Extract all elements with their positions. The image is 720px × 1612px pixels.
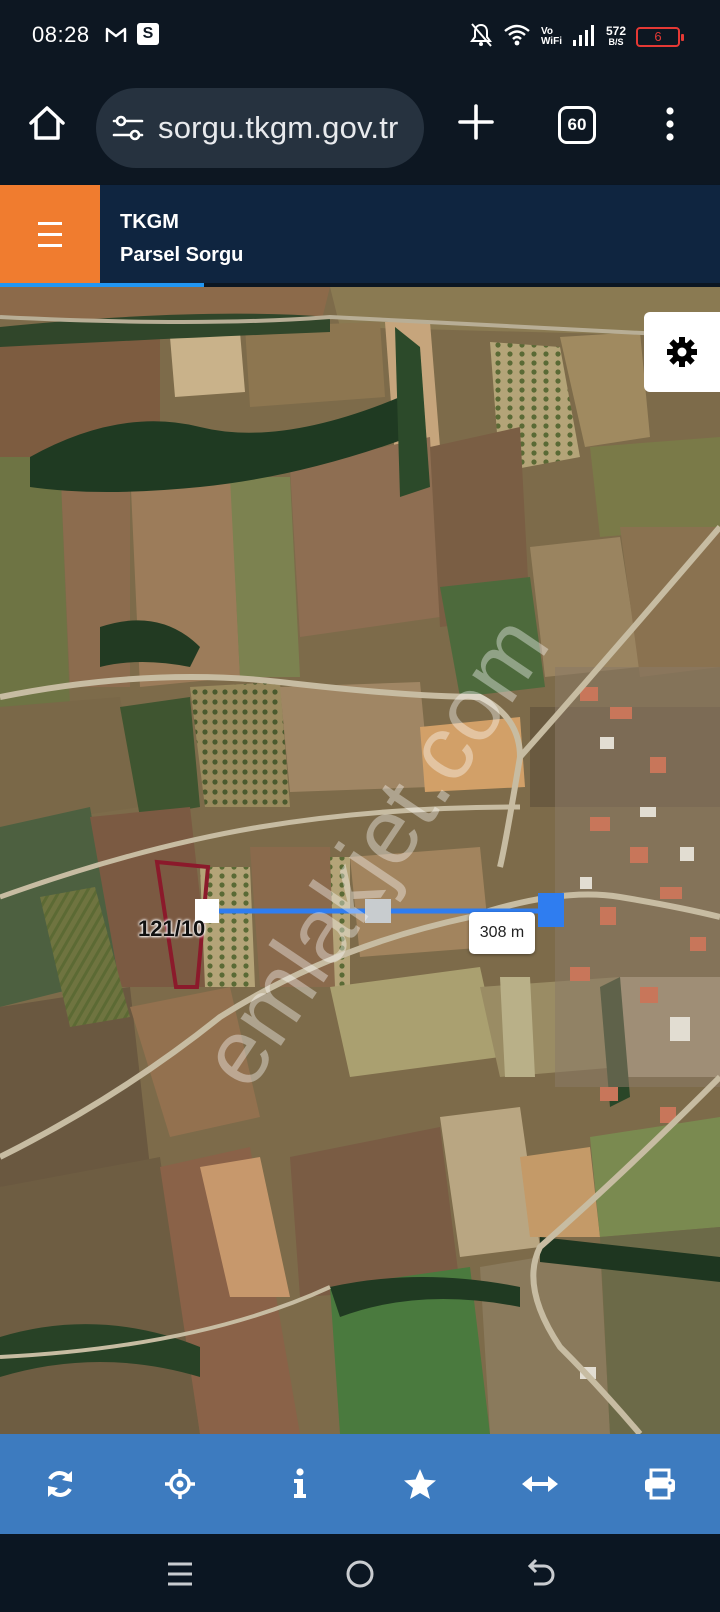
refresh-icon bbox=[48, 1471, 72, 1497]
system-navigation-bar bbox=[0, 1534, 720, 1612]
signal-icon bbox=[572, 23, 596, 52]
favorite-button[interactable] bbox=[390, 1454, 450, 1514]
browser-menu-button[interactable] bbox=[660, 104, 680, 144]
vowifi-line2: WiFi bbox=[540, 36, 562, 47]
back-icon bbox=[527, 1558, 555, 1586]
status-right-group: Vo WiFi 572 B/S 6 bbox=[469, 22, 684, 53]
gear-icon bbox=[667, 337, 697, 367]
address-bar[interactable]: sorgu.tkgm.gov.tr bbox=[96, 88, 424, 168]
wifi-icon bbox=[503, 23, 531, 52]
s-app-icon: S bbox=[137, 23, 159, 45]
map-settings-button[interactable] bbox=[644, 312, 720, 392]
system-home-button[interactable] bbox=[342, 1556, 378, 1592]
app-header: TKGM Parsel Sorgu bbox=[0, 185, 720, 283]
recents-icon bbox=[168, 1562, 192, 1586]
satellite-map[interactable]: emlakjet.com bbox=[0, 287, 720, 1434]
parcel-label[interactable]: 121/10 bbox=[138, 916, 205, 942]
battery-icon: 6 bbox=[636, 27, 684, 47]
refresh-button[interactable] bbox=[30, 1454, 90, 1514]
recents-button[interactable] bbox=[162, 1556, 198, 1592]
more-vert-icon bbox=[666, 107, 674, 141]
gmail-icon bbox=[104, 23, 128, 47]
mute-icon bbox=[469, 22, 493, 53]
url-text[interactable]: sorgu.tkgm.gov.tr bbox=[158, 110, 399, 146]
app-subtitle: Parsel Sorgu bbox=[120, 244, 244, 266]
browser-home-button[interactable] bbox=[26, 102, 68, 144]
net-speed-value: 572 bbox=[605, 24, 626, 38]
browser-toolbar: sorgu.tkgm.gov.tr 60 bbox=[0, 72, 720, 184]
battery-level: 6 bbox=[654, 29, 662, 44]
menu-button[interactable] bbox=[0, 185, 100, 283]
new-tab-button[interactable] bbox=[456, 102, 496, 142]
hamburger-icon bbox=[38, 218, 62, 251]
distance-label: 308 m bbox=[469, 912, 535, 954]
info-button[interactable] bbox=[270, 1454, 330, 1514]
locate-button[interactable] bbox=[150, 1454, 210, 1514]
net-speed: 572 B/S bbox=[605, 24, 626, 48]
site-settings-icon[interactable] bbox=[112, 115, 144, 141]
map-toolbar bbox=[0, 1434, 720, 1534]
net-speed-unit: B/S bbox=[608, 37, 624, 47]
system-back-button[interactable] bbox=[522, 1556, 558, 1592]
locate-icon bbox=[165, 1469, 195, 1499]
status-time: 08:28 bbox=[32, 22, 90, 47]
print-icon bbox=[645, 1468, 675, 1500]
star-icon bbox=[404, 1469, 436, 1499]
print-button[interactable] bbox=[630, 1454, 690, 1514]
home-circle-icon bbox=[346, 1560, 374, 1588]
info-icon bbox=[294, 1468, 306, 1498]
status-bar: 08:28 S Vo WiFi 572 B/S 6 bbox=[0, 0, 720, 72]
tab-switcher-button[interactable]: 60 bbox=[558, 106, 596, 144]
app-title: TKGM bbox=[120, 211, 179, 233]
measure-button[interactable] bbox=[510, 1454, 570, 1514]
vowifi-indicator: Vo WiFi bbox=[541, 27, 562, 47]
satellite-imagery bbox=[0, 287, 720, 1434]
measure-icon bbox=[522, 1476, 558, 1492]
home-icon bbox=[29, 106, 65, 140]
plus-icon bbox=[458, 104, 494, 140]
